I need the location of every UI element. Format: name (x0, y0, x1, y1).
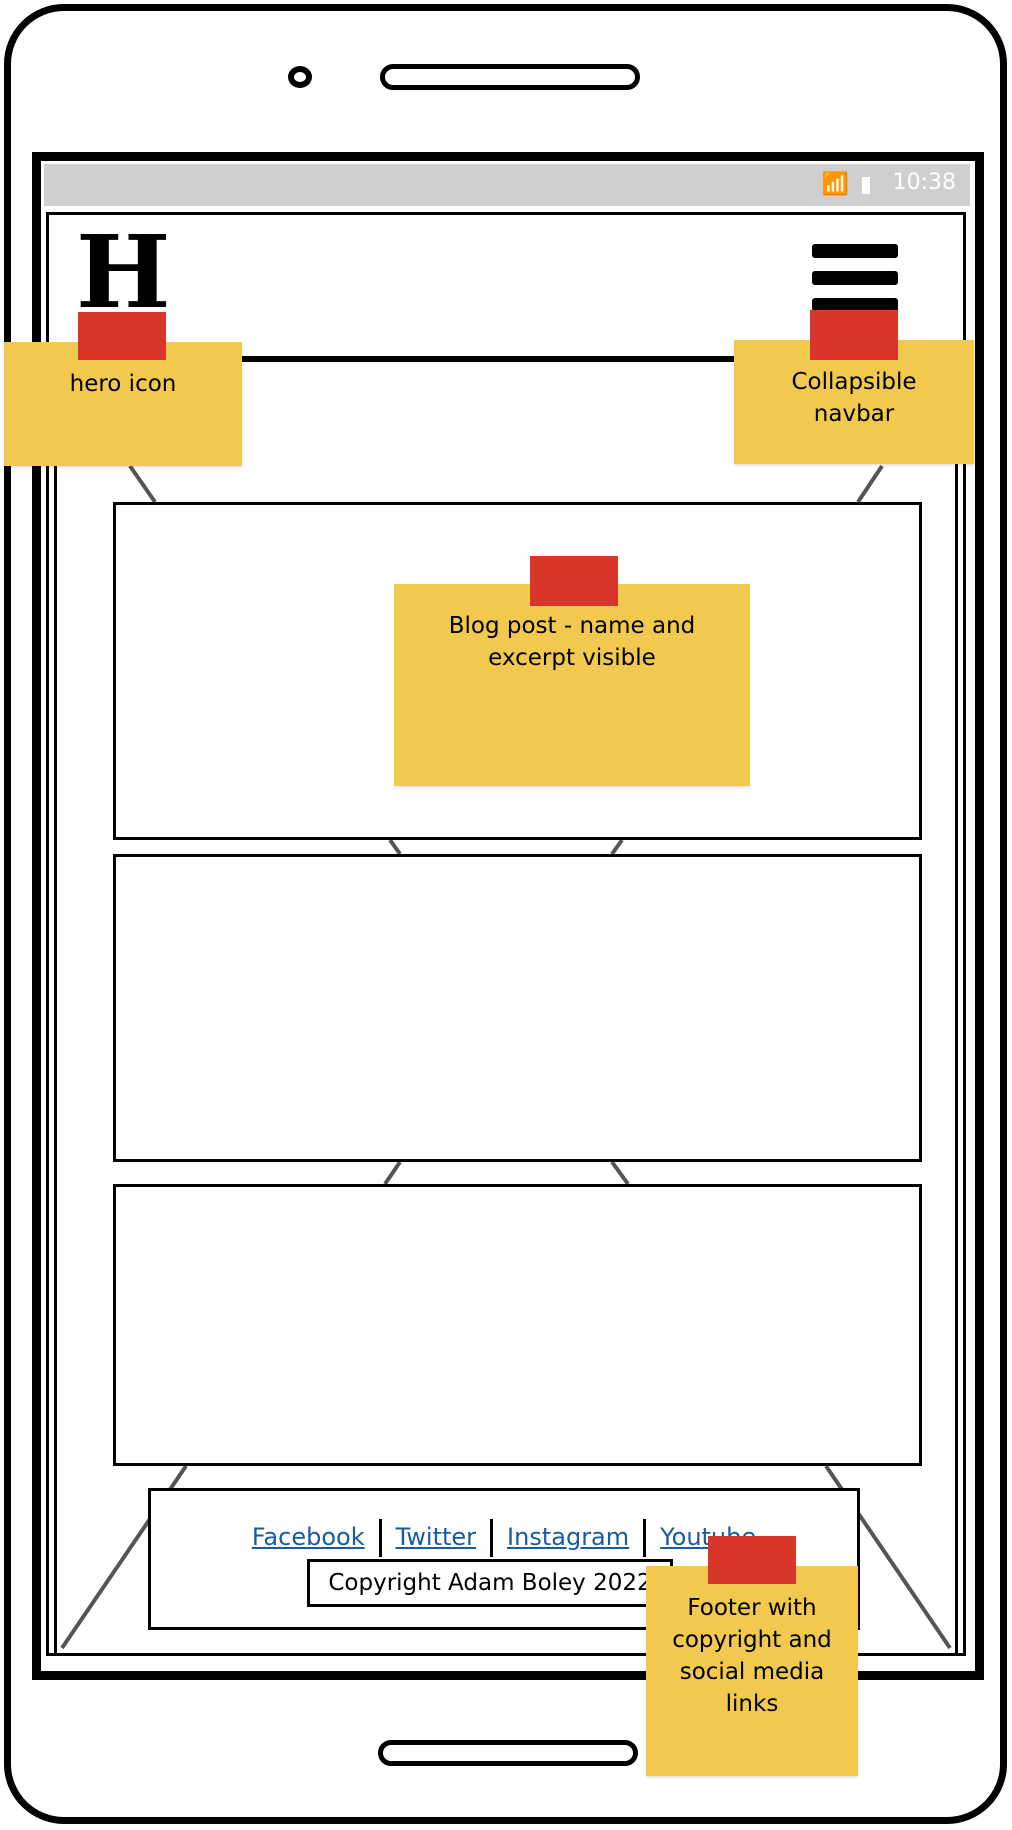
instagram-link[interactable]: Instagram (493, 1523, 643, 1551)
copyright-text: Copyright Adam Boley 2022 (307, 1559, 673, 1607)
note-text: social media (679, 1659, 825, 1685)
sticky-note-hero-icon: hero icon (4, 342, 242, 466)
note-text: hero icon (69, 371, 177, 397)
note-text: links (725, 1691, 779, 1717)
tape-decoration (810, 310, 898, 360)
tape-decoration (708, 1536, 796, 1584)
sticky-note-blog-post: Blog post - name and excerpt visible (394, 584, 750, 786)
note-text: Blog post - name and (448, 613, 696, 639)
note-text: Footer with (687, 1595, 817, 1621)
note-text: copyright and (672, 1627, 832, 1653)
note-text: navbar (813, 401, 895, 427)
twitter-link[interactable]: Twitter (382, 1523, 490, 1551)
note-text: excerpt visible (488, 645, 656, 671)
sticky-note-footer: Footer with copyright and social media l… (646, 1566, 858, 1776)
blog-post-card[interactable] (113, 1184, 922, 1466)
note-text: Collapsible (791, 369, 917, 395)
tape-decoration (530, 556, 618, 606)
facebook-link[interactable]: Facebook (238, 1523, 379, 1551)
blog-post-card[interactable] (113, 854, 922, 1162)
tape-decoration (78, 312, 166, 360)
